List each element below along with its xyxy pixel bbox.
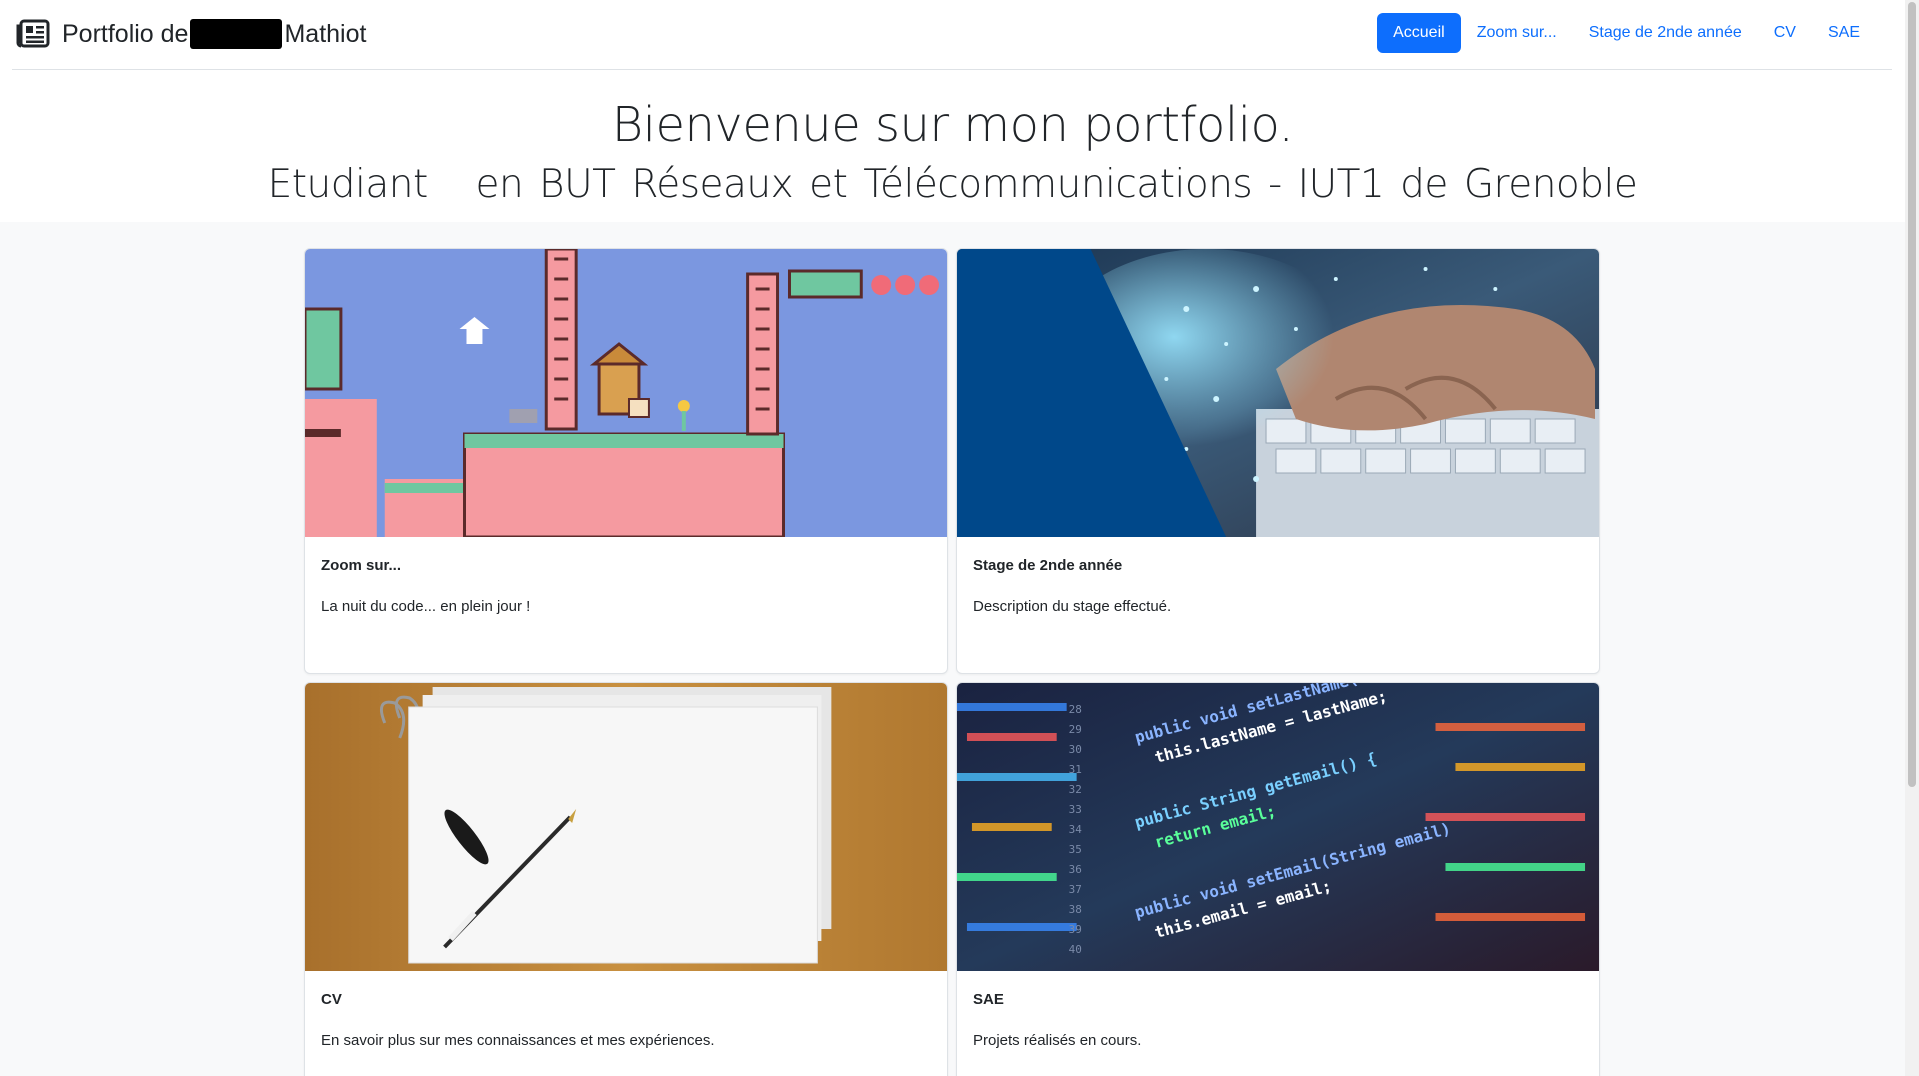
svg-text:31: 31 bbox=[1069, 763, 1082, 776]
navbar: Portfolio de Mathiot Accueil Zoom sur... … bbox=[12, 0, 1892, 70]
nav-accueil[interactable]: Accueil bbox=[1377, 13, 1461, 53]
scrollbar-thumb[interactable] bbox=[1908, 2, 1916, 787]
newspaper-icon bbox=[16, 19, 50, 48]
card-text: Projets réalisés en cours. bbox=[973, 1032, 1142, 1049]
nav-stage[interactable]: Stage de 2nde année bbox=[1573, 13, 1758, 53]
svg-text:32: 32 bbox=[1069, 783, 1082, 796]
svg-text:35: 35 bbox=[1069, 843, 1082, 856]
page-scrollbar[interactable] bbox=[1905, 0, 1919, 1076]
brand-prefix: Portfolio de bbox=[62, 19, 189, 48]
brand[interactable]: Portfolio de Mathiot bbox=[16, 16, 366, 52]
svg-text:30: 30 bbox=[1069, 743, 1082, 756]
svg-text:29: 29 bbox=[1069, 723, 1082, 736]
redacted-name bbox=[190, 19, 283, 49]
card-title: Zoom sur... bbox=[321, 557, 402, 574]
nav-cv[interactable]: CV bbox=[1758, 13, 1812, 53]
keyboard-network-image bbox=[957, 249, 1599, 537]
svg-text:34: 34 bbox=[1069, 823, 1083, 836]
nav-sae[interactable]: SAE bbox=[1812, 13, 1876, 53]
svg-text:28: 28 bbox=[1069, 703, 1082, 716]
card-sae[interactable]: 282930 313233 343536 373839 40 public vo… bbox=[956, 682, 1600, 1076]
nav-zoom-sur[interactable]: Zoom sur... bbox=[1461, 13, 1573, 53]
svg-text:40: 40 bbox=[1069, 943, 1082, 956]
page-title: Bienvenue sur mon portfolio. bbox=[611, 97, 1294, 153]
pixel-game-image bbox=[305, 249, 947, 537]
brand-suffix: Mathiot bbox=[284, 19, 367, 48]
hero: Bienvenue sur mon portfolio. Etudiant en… bbox=[0, 95, 1905, 215]
card-cv[interactable]: CV En savoir plus sur mes connaissances … bbox=[304, 682, 948, 1076]
card-zoom-sur[interactable]: Zoom sur... La nuit du code... en plein … bbox=[304, 248, 948, 674]
card-title: CV bbox=[321, 991, 342, 1008]
main-nav: Accueil Zoom sur... Stage de 2nde année … bbox=[1377, 13, 1876, 53]
paper-pen-image bbox=[305, 683, 947, 971]
card-text: En savoir plus sur mes connaissances et … bbox=[321, 1032, 715, 1049]
svg-text:38: 38 bbox=[1069, 903, 1082, 916]
card-title: SAE bbox=[973, 991, 1004, 1008]
card-text: La nuit du code... en plein jour ! bbox=[321, 598, 531, 615]
card-grid: Zoom sur... La nuit du code... en plein … bbox=[304, 248, 1600, 1076]
brand-title: Portfolio de Mathiot bbox=[62, 19, 366, 49]
card-title: Stage de 2nde année bbox=[973, 557, 1123, 574]
card-text: Description du stage effectué. bbox=[973, 598, 1172, 615]
svg-text:39: 39 bbox=[1069, 923, 1082, 936]
svg-text:33: 33 bbox=[1069, 803, 1082, 816]
card-stage[interactable]: Stage de 2nde année Description du stage… bbox=[956, 248, 1600, 674]
svg-text:37: 37 bbox=[1069, 883, 1082, 896]
svg-text:36: 36 bbox=[1069, 863, 1082, 876]
page-subtitle: Etudiant en BUT Réseaux et Télécommunica… bbox=[267, 162, 1638, 207]
code-screen-image: 282930 313233 343536 373839 40 public vo… bbox=[957, 683, 1599, 971]
